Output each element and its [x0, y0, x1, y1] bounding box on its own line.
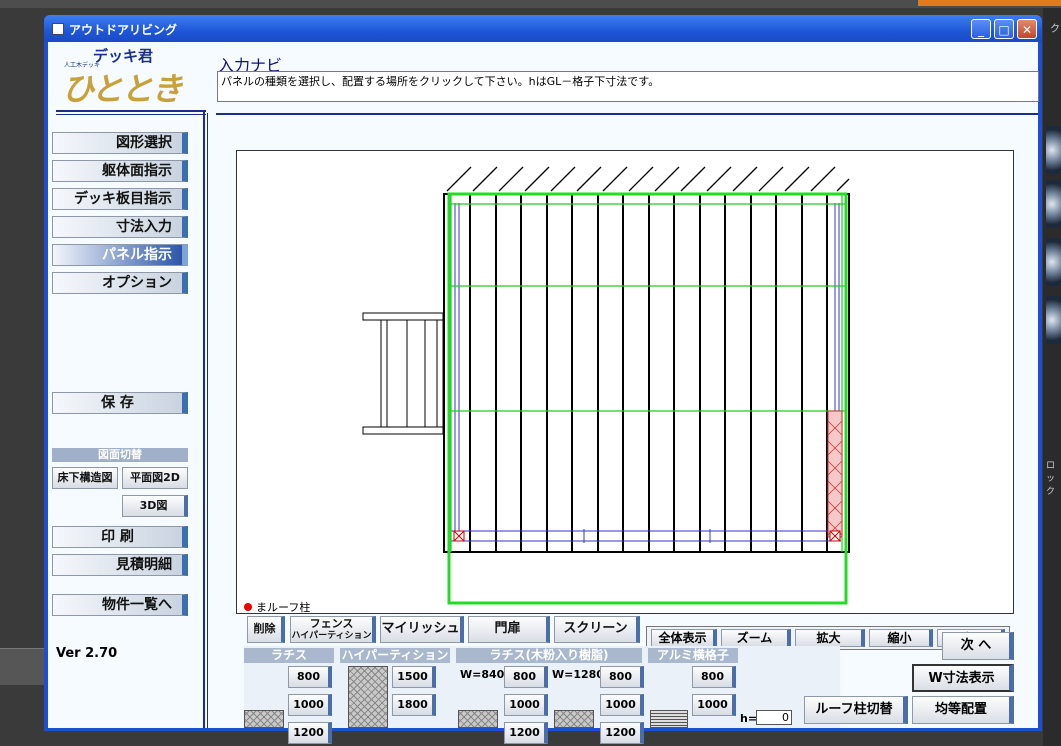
mylish-button[interactable]: マイリッシュ [380, 616, 464, 643]
floor-plan-button[interactable]: 床下構造図 [52, 467, 118, 489]
estimate-button[interactable]: 見積明細 [52, 554, 188, 576]
desktop-thumbnail [1046, 180, 1061, 228]
enlarge-button[interactable]: 拡大 [795, 629, 865, 647]
plan-2d-button[interactable]: 平面図2D [122, 467, 188, 489]
desktop-text: ク [1050, 24, 1060, 35]
divider [207, 113, 208, 728]
view-switch-label: 図面切替 [52, 448, 188, 462]
lattice-800-button[interactable]: 800 [288, 666, 332, 688]
alumi-800-button[interactable]: 800 [692, 666, 736, 688]
minimize-icon: _ [978, 23, 984, 37]
logo-brand: デッキ君 [93, 47, 154, 65]
print-button[interactable]: 印 刷 [52, 526, 188, 548]
wall-hatch [446, 166, 850, 192]
wood840-800-button[interactable]: 800 [504, 666, 548, 688]
alumi-thumbnail[interactable] [650, 710, 688, 728]
divider [56, 114, 206, 115]
width-1280-label: W=1280 [552, 668, 604, 681]
deck-outline [443, 193, 850, 553]
gate-button[interactable]: 門扉 [468, 616, 550, 643]
desktop-thumbnail [1046, 126, 1061, 174]
lattice-thumbnail[interactable] [244, 710, 284, 728]
sidebar-item-deck-grain[interactable]: デッキ板目指示 [52, 188, 188, 210]
hyper-1800-button[interactable]: 1800 [392, 694, 436, 716]
fence-sublabel: ハイパーティション [291, 631, 372, 641]
even-layout-button[interactable]: 均等配置 [912, 696, 1014, 724]
minimize-button[interactable]: _ [971, 19, 991, 39]
sidebar-item-option[interactable]: オプション [52, 272, 188, 294]
w-dimension-button[interactable]: W寸法表示 [912, 664, 1014, 692]
legend-text: まルーフ柱 [256, 601, 311, 614]
divider [203, 110, 205, 728]
app-window: アウトドアリビング _ □ ✕ デッキ君 人工木デッキ ひととき 入力ナビ パネ… [44, 15, 1042, 744]
wood1280-1000-button[interactable]: 1000 [600, 694, 644, 716]
divider [216, 113, 1038, 115]
desktop-top-bar [0, 0, 1061, 8]
wood840-1000-button[interactable]: 1000 [504, 694, 548, 716]
sidebar-item-shape-select[interactable]: 図形選択 [52, 132, 188, 154]
desktop-accent-bar [918, 0, 1061, 6]
fit-all-button[interactable]: 全体表示 [651, 629, 717, 647]
next-button[interactable]: 次 へ [942, 632, 1014, 660]
hyper-partition-thumbnail[interactable] [348, 666, 388, 728]
width-840-label: W=840 [460, 668, 505, 681]
wood1280-thumbnail[interactable] [554, 710, 594, 728]
sidebar-item-dimension-input[interactable]: 寸法入力 [52, 216, 188, 238]
desktop-text: ロック [1046, 461, 1056, 497]
close-icon: ✕ [1021, 23, 1033, 37]
shrink-button[interactable]: 縮小 [869, 629, 933, 647]
screen-button[interactable]: スクリーン [554, 616, 640, 643]
lattice-1200-button[interactable]: 1200 [288, 722, 332, 744]
alumi-1000-button[interactable]: 1000 [692, 694, 736, 716]
lattice-category: ラチス [244, 648, 334, 663]
title-bar[interactable]: アウトドアリビング _ □ ✕ [44, 15, 1042, 42]
save-button[interactable]: 保 存 [52, 392, 188, 414]
h-input[interactable]: 0 [756, 710, 792, 725]
h-label: h= [740, 712, 758, 725]
wood840-1200-button[interactable]: 1200 [504, 722, 548, 744]
delete-button[interactable]: 削除 [247, 616, 285, 643]
wood1280-800-button[interactable]: 800 [600, 666, 644, 688]
lattice-1000-button[interactable]: 1000 [288, 694, 332, 716]
legend: まルーフ柱 [244, 599, 310, 615]
desktop-thumbnail [1046, 238, 1061, 286]
nav-message: パネルの種類を選択し、配置する場所をクリックして下さい。hはGL－格子下寸法です… [217, 71, 1039, 102]
step-body [380, 319, 444, 428]
fence-button[interactable]: フェンス ハイパーティション [290, 616, 376, 643]
logo-main: ひととき [62, 70, 183, 108]
hyper-1500-button[interactable]: 1500 [392, 666, 436, 688]
hyper-partition-category: ハイパーティション [340, 648, 450, 663]
maximize-icon: □ [998, 23, 1010, 37]
roof-post-switch-button[interactable]: ルーフ柱切替 [804, 696, 908, 724]
placed-lattice-panel [827, 410, 843, 538]
client-area: デッキ君 人工木デッキ ひととき 入力ナビ パネルの種類を選択し、配置する場所を… [48, 42, 1039, 744]
zoom-button[interactable]: ズーム [721, 629, 791, 647]
wood840-thumbnail[interactable] [458, 710, 498, 728]
wood1280-1200-button[interactable]: 1200 [600, 722, 644, 744]
fence-label: フェンス [309, 617, 354, 630]
roof-post-legend-icon [244, 603, 252, 611]
divider [56, 110, 206, 112]
version-label: Ver 2.70 [56, 646, 118, 661]
deck-plan-drawing [362, 166, 850, 605]
property-list-button[interactable]: 物件一覧へ [52, 594, 188, 616]
app-icon [52, 23, 64, 35]
desktop-thumbnail [1046, 296, 1061, 344]
alumi-category: アルミ横格子 [648, 648, 738, 663]
lattice-wood-category: ラチス(木粉入り樹脂) [456, 648, 642, 663]
sidebar-item-frame-face[interactable]: 躯体面指示 [52, 160, 188, 182]
step-bottom [362, 426, 444, 435]
view-3d-button[interactable]: 3D図 [122, 495, 188, 517]
desktop-left-strip [0, 648, 44, 685]
step-top [362, 312, 444, 321]
close-button[interactable]: ✕ [1017, 19, 1037, 39]
sidebar-item-panel[interactable]: パネル指示 [52, 244, 188, 266]
window-title: アウトドアリビング [69, 23, 178, 37]
drawing-canvas[interactable] [236, 150, 1014, 614]
desktop-right-panel [1043, 8, 1061, 746]
maximize-button[interactable]: □ [994, 19, 1014, 39]
